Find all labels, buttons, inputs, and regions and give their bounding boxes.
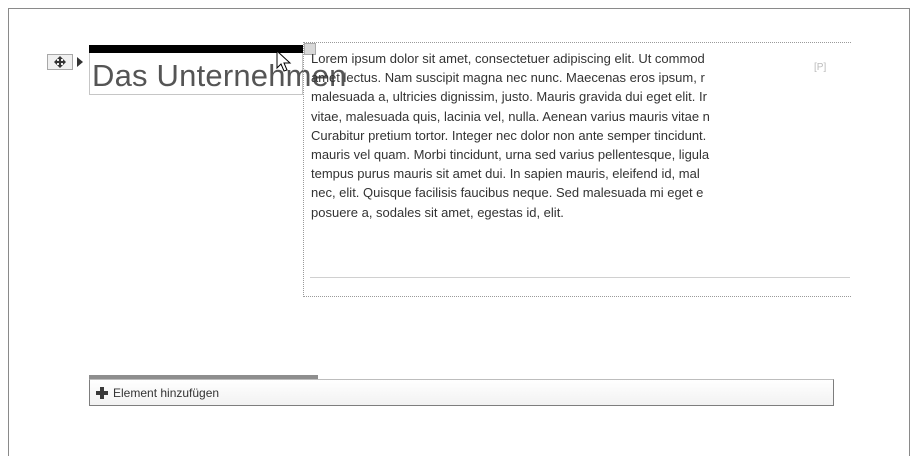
paragraph-line: posuere a, sodales sit amet, egestas id,…: [311, 204, 564, 220]
paragraph-line: malesuada a, ultricies dignissim, justo.…: [311, 89, 707, 105]
paragraph-line: Curabitur pretium tortor. Integer nec do…: [311, 127, 707, 143]
plus-icon: [96, 386, 108, 399]
paragraph-line: Lorem ipsum dolor sit amet, consectetuer…: [311, 51, 705, 66]
ghost-corner-label: [P]: [814, 62, 827, 73]
divider: [310, 277, 850, 278]
add-element-label: Element hinzufügen: [113, 385, 220, 400]
paragraph-line: mauris vel quam. Morbi tincidunt, urna s…: [311, 147, 710, 163]
expand-triangle-icon[interactable]: [77, 57, 83, 67]
move-handle-icon[interactable]: [47, 54, 73, 70]
paragraph-line: vitae, malesuada quis, lacinia vel, null…: [311, 108, 710, 124]
paragraph-line: amet lectus. Nam suscipit magna nec nunc…: [311, 70, 705, 86]
heading-element-bar: [89, 45, 303, 53]
add-element-button[interactable]: Element hinzufügen: [89, 379, 834, 406]
paragraph-line: nec, elit. Quisque facilisis faucibus ne…: [311, 185, 704, 201]
move-arrows-icon: [54, 56, 66, 68]
text-element[interactable]: Lorem ipsum dolor sit amet, consectetuer…: [303, 42, 851, 297]
paragraph-text: Lorem ipsum dolor sit amet, consectetuer…: [311, 49, 851, 222]
mouse-pointer-icon: [276, 49, 292, 79]
paragraph-line: tempus purus mauris sit amet dui. In sap…: [311, 166, 700, 182]
